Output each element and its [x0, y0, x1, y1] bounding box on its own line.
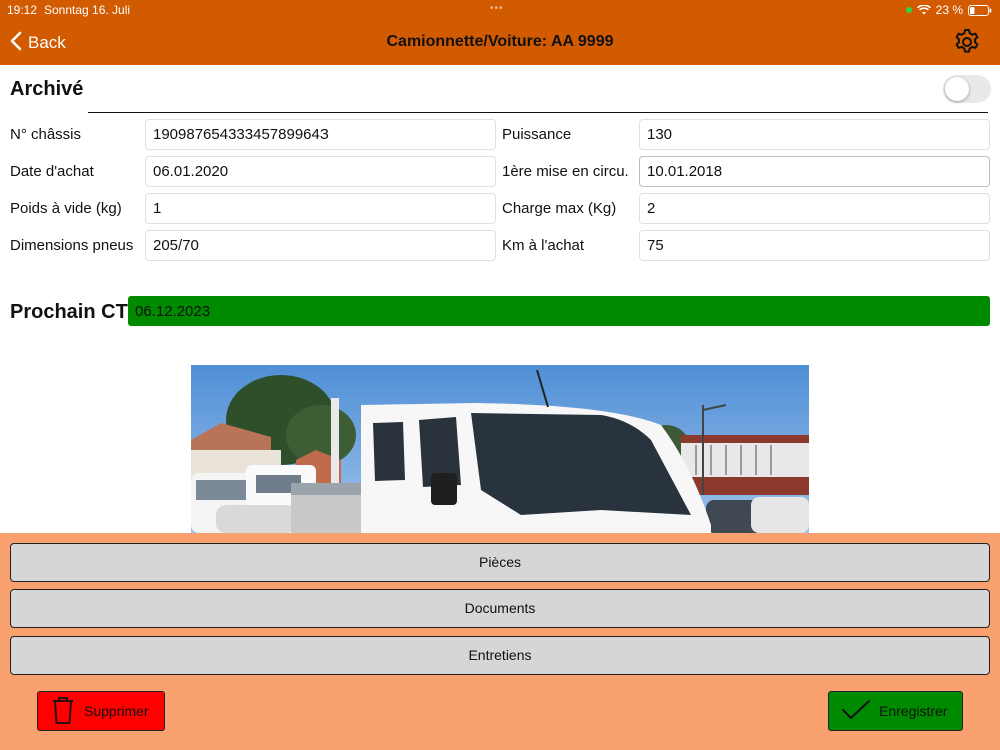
poids-vide-input[interactable] [145, 193, 496, 224]
battery-percent: 23 % [935, 3, 963, 17]
multitasking-dots[interactable]: ••• [490, 3, 504, 14]
charge-max-input[interactable] [639, 193, 990, 224]
km-achat-input[interactable] [639, 230, 990, 261]
km-achat-label: Km à l'achat [502, 237, 585, 254]
chassis-input[interactable] [145, 119, 496, 150]
documents-button[interactable]: Documents [10, 589, 990, 628]
date-achat-input[interactable] [145, 156, 496, 187]
pneus-input[interactable] [145, 230, 496, 261]
camera-indicator-icon [905, 7, 912, 13]
status-time: 19:12 [7, 3, 38, 17]
mise-circu-label: 1ère mise en circu. [502, 163, 629, 180]
pneus-label: Dimensions pneus [10, 237, 134, 254]
divider [88, 112, 988, 113]
poids-vide-label: Poids à vide (kg) [10, 200, 122, 217]
archive-label: Archivé [10, 78, 84, 100]
date-achat-label: Date d'achat [10, 163, 94, 180]
wifi-icon [916, 5, 931, 15]
pieces-button[interactable]: Pièces [10, 543, 990, 582]
status-indicators: 23 % [905, 3, 992, 17]
save-label: Enregistrer [879, 703, 948, 719]
archive-toggle[interactable] [943, 75, 991, 103]
mise-circu-input[interactable] [639, 156, 990, 187]
puissance-input[interactable] [639, 119, 990, 150]
checkmark-icon [841, 699, 871, 724]
ct-date-bar[interactable]: 06.12.2023 [128, 296, 990, 326]
status-date: Sonntag 16. Juli [44, 3, 131, 17]
status-bar: 19:12 Sonntag 16. Juli ••• 23 % [0, 0, 1000, 20]
vehicle-photo [191, 365, 809, 533]
gear-icon[interactable] [953, 28, 981, 56]
ct-label: Prochain CT [10, 301, 128, 323]
battery-icon [968, 4, 992, 16]
charge-max-label: Charge max (Kg) [502, 200, 617, 217]
toggle-knob [945, 77, 969, 101]
save-button[interactable]: Enregistrer [828, 691, 963, 731]
delete-label: Supprimer [84, 703, 149, 719]
delete-button[interactable]: Supprimer [37, 691, 165, 731]
puissance-label: Puissance [502, 126, 572, 143]
navigation-bar: 19:12 Sonntag 16. Juli ••• 23 % Back Cam… [0, 0, 1000, 65]
page-title: Camionnette/Voiture: AA 9999 [386, 33, 614, 50]
entretiens-button[interactable]: Entretiens [10, 636, 990, 675]
trash-icon [50, 695, 76, 728]
chassis-label: N° châssis [10, 126, 82, 143]
